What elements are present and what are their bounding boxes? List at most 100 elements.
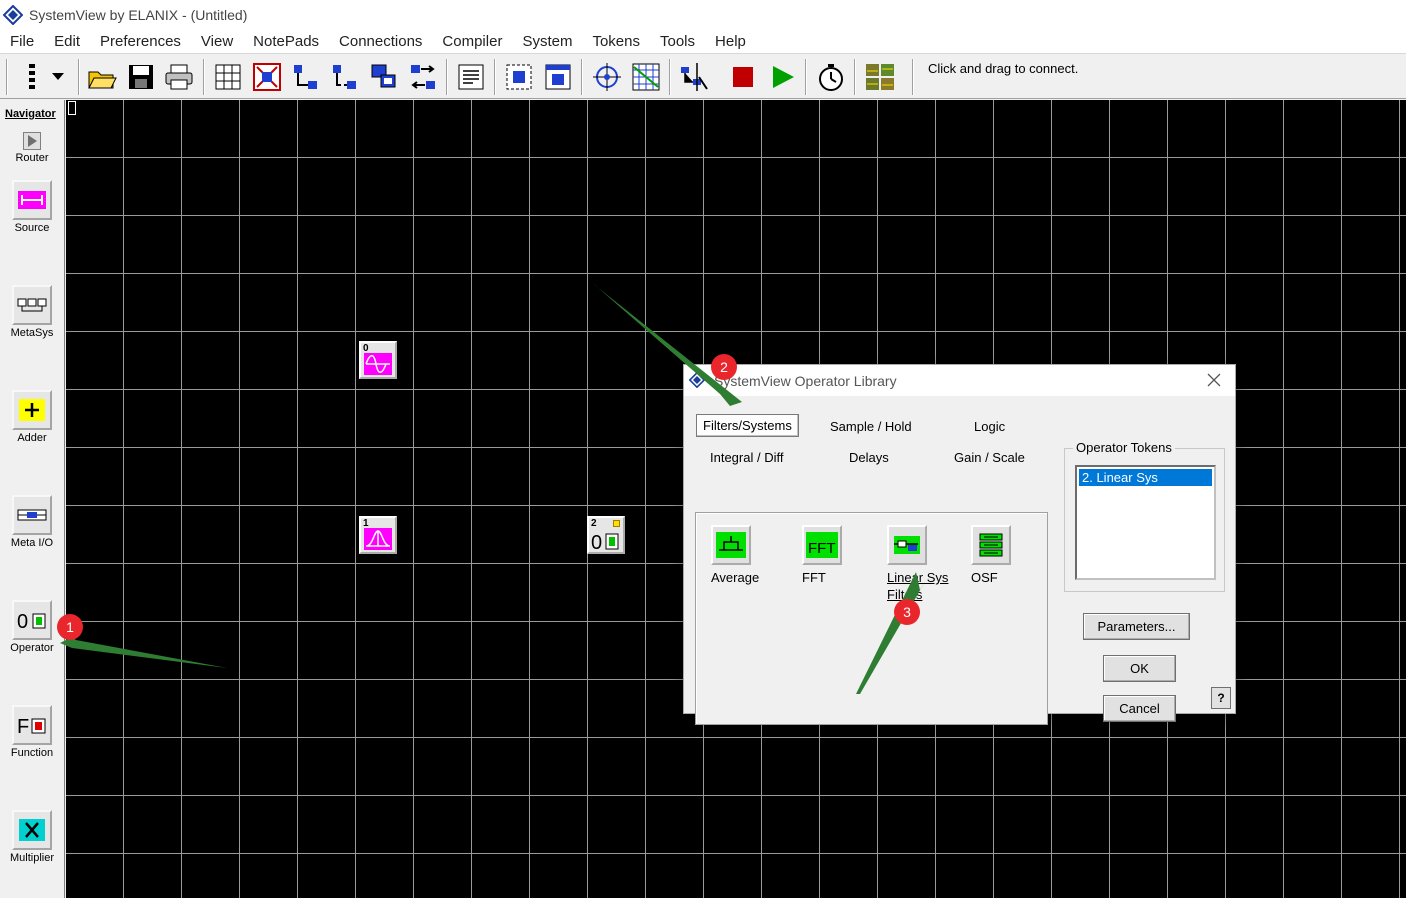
nav-item-router[interactable]: Router [4, 132, 60, 164]
op-label: Linear Sys Filters [887, 570, 949, 602]
menu-connections[interactable]: Connections [337, 33, 424, 50]
nav-label: Adder [17, 432, 47, 444]
duplicate-tokens-icon[interactable] [368, 61, 400, 93]
close-icon[interactable] [1205, 371, 1223, 389]
navigator-panel: Navigator Router Source MetaSys Adder Me… [0, 100, 65, 898]
title-bar: SystemView by ELANIX - (Untitled) [0, 0, 1406, 30]
root-locus-icon[interactable] [591, 61, 623, 93]
menu-bar: File Edit Preferences View NotePads Conn… [0, 30, 1406, 54]
menu-edit[interactable]: Edit [52, 33, 82, 50]
nav-item-operator[interactable]: 0 Operator [4, 600, 60, 654]
nav-label: Meta I/O [10, 537, 54, 549]
toolbar-separator [581, 59, 583, 95]
menu-file[interactable]: File [8, 33, 36, 50]
nav-label: Operator [10, 642, 54, 654]
toolbar-separator [494, 59, 496, 95]
nav-item-function[interactable]: F Function [4, 705, 60, 759]
operator-token-icon: 0 [591, 532, 619, 551]
fft-icon: FFT [802, 525, 842, 565]
print-icon[interactable] [163, 61, 195, 93]
tab-gain-scale[interactable]: Gain / Scale [954, 450, 1025, 465]
create-metasystem-icon[interactable] [503, 61, 535, 93]
menu-compiler[interactable]: Compiler [440, 33, 504, 50]
tab-logic[interactable]: Logic [974, 419, 1005, 434]
dialog-title: SystemView Operator Library [714, 372, 897, 389]
view-metasystem-icon[interactable] [542, 61, 574, 93]
stopwatch-icon[interactable] [815, 61, 847, 93]
op-fft[interactable]: FFT FFT [802, 525, 842, 586]
osf-icon [971, 525, 1011, 565]
list-item[interactable]: 2. Linear Sys [1079, 469, 1212, 486]
operator-tokens-group: Operator Tokens 2. Linear Sys [1064, 440, 1225, 592]
op-label: Average [711, 570, 760, 585]
parameters-button[interactable]: Parameters... [1083, 613, 1190, 640]
toolbar-separator [6, 59, 8, 95]
average-icon [711, 525, 751, 565]
operator-tokens-list[interactable]: 2. Linear Sys [1075, 465, 1216, 580]
svg-text:0: 0 [17, 611, 28, 632]
tab-filters-systems[interactable]: Filters/Systems [696, 414, 799, 437]
stop-icon[interactable] [727, 61, 759, 93]
op-label: OSF [971, 570, 998, 585]
adder-icon [12, 390, 52, 430]
operator-library-dialog: SystemView Operator Library Filters/Syst… [683, 364, 1236, 725]
token-1-source[interactable]: 1 [359, 516, 397, 554]
nav-item-meta-io[interactable]: Meta I/O [4, 495, 60, 549]
menu-tokens[interactable]: Tokens [590, 33, 642, 50]
toolbar-separator [912, 59, 914, 95]
nav-item-source[interactable]: Source [4, 180, 60, 234]
nav-label: MetaSys [10, 327, 54, 339]
op-average[interactable]: Average [711, 525, 759, 586]
token-0-source[interactable]: 0 [359, 341, 397, 379]
svg-text:0: 0 [591, 532, 602, 551]
delete-token-icon[interactable] [251, 61, 283, 93]
nav-label: Multiplier [9, 852, 54, 864]
toolbar-separator [446, 59, 448, 95]
op-osf[interactable]: OSF [971, 525, 1011, 586]
grid-icon[interactable] [212, 61, 244, 93]
cancel-button[interactable]: Cancel [1103, 695, 1176, 722]
nav-item-multiplier[interactable]: Multiplier [4, 810, 60, 864]
run-icon[interactable] [767, 61, 799, 93]
operator-tokens-title: Operator Tokens [1073, 440, 1175, 455]
token-flag-icon [613, 520, 620, 527]
token-2-operator[interactable]: 2 0 [587, 516, 625, 554]
systemview-logo-icon [688, 371, 706, 393]
menu-notepads[interactable]: NotePads [251, 33, 321, 50]
annotation-badge-2: 2 [711, 354, 737, 380]
reverse-tokens-icon[interactable] [407, 61, 439, 93]
menu-help[interactable]: Help [713, 33, 748, 50]
toolbar-separator [854, 59, 856, 95]
status-hint: Click and drag to connect. [928, 61, 1079, 76]
toolbar-separator [78, 59, 80, 95]
sinusoid-source-icon [364, 353, 392, 375]
disconnect-tokens-icon[interactable] [329, 61, 361, 93]
open-folder-icon[interactable] [86, 61, 118, 93]
token-number: 2 [591, 518, 597, 529]
tab-integral-diff[interactable]: Integral / Diff [710, 450, 783, 465]
op-linear-sys-filters[interactable]: Linear Sys Filters [887, 525, 957, 603]
connect-tokens-icon[interactable] [290, 61, 322, 93]
help-button[interactable]: ? [1211, 687, 1231, 709]
menu-system[interactable]: System [520, 33, 574, 50]
notepad-icon[interactable] [455, 61, 487, 93]
menu-view[interactable]: View [199, 33, 235, 50]
bode-plot-icon[interactable] [630, 61, 662, 93]
menu-preferences[interactable]: Preferences [98, 33, 183, 50]
tab-delays[interactable]: Delays [849, 450, 889, 465]
toolbar: Click and drag to connect. [0, 55, 1406, 99]
analysis-window-icon[interactable] [864, 61, 896, 93]
canvas-cursor [68, 101, 76, 115]
debug-tool-icon[interactable] [678, 61, 710, 93]
save-icon[interactable] [125, 61, 157, 93]
toolbar-separator [669, 59, 671, 95]
function-icon: F [12, 705, 52, 745]
nav-label: Function [10, 747, 54, 759]
chevron-down-icon[interactable] [46, 61, 70, 93]
nav-item-adder[interactable]: Adder [4, 390, 60, 444]
menu-tools[interactable]: Tools [658, 33, 697, 50]
toolbar-grip-icon[interactable] [18, 61, 46, 93]
tab-sample-hold[interactable]: Sample / Hold [830, 419, 912, 434]
nav-item-metasys[interactable]: MetaSys [4, 285, 60, 339]
ok-button[interactable]: OK [1103, 655, 1176, 682]
